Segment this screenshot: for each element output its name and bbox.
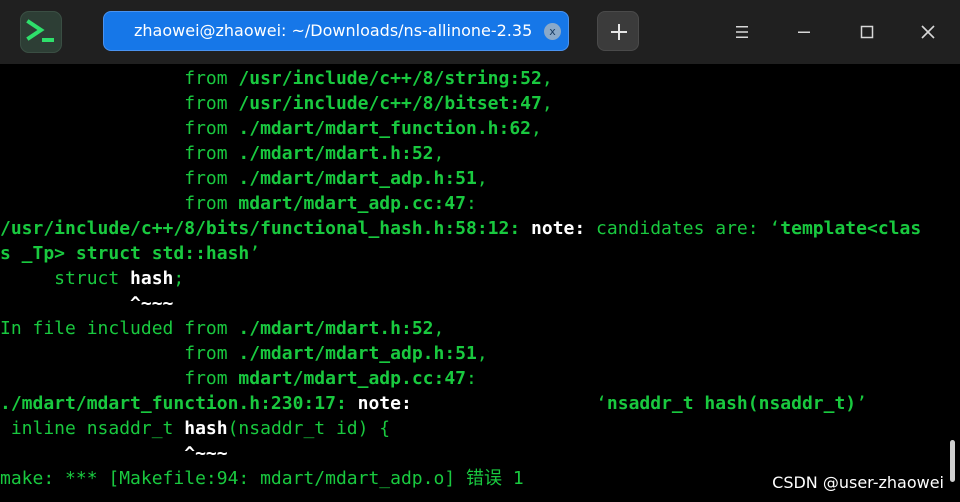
terminal-text: ./mdart/mdart_function.h:230:17: (0, 393, 358, 414)
terminal-line: ./mdart/mdart_function.h:230:17: note: ‘… (0, 391, 867, 416)
terminal-line: ^~~~ (0, 291, 173, 316)
terminal-line: from ./mdart/mdart_adp.h:51, (0, 341, 488, 366)
close-button[interactable] (916, 20, 940, 44)
title-bar: zhaowei@zhaowei: ~/Downloads/ns-allinone… (0, 0, 960, 64)
new-tab-button[interactable] (597, 11, 639, 51)
close-icon (921, 25, 935, 39)
terminal-line: from /usr/include/c++/8/bitset:47, (0, 91, 553, 116)
terminal-text: make: *** [Makefile:94: mdart/mdart_adp.… (0, 468, 524, 489)
terminal-line: from /usr/include/c++/8/string:52, (0, 66, 553, 91)
tab-terminal-session[interactable]: zhaowei@zhaowei: ~/Downloads/ns-allinone… (103, 11, 569, 51)
terminal-text: , (433, 318, 445, 339)
terminal-text: (nsaddr_t id) { (227, 418, 391, 439)
terminal-text: In file included from (0, 318, 239, 339)
terminal-line: s _Tp> struct std::hash’ (0, 241, 260, 266)
terminal-text: candidates are: ‘ (585, 218, 781, 239)
terminal-line: from ./mdart/mdart_adp.h:51, (0, 166, 488, 191)
terminal-text: nsaddr_t hash(nsaddr_t) (606, 393, 857, 414)
terminal-text: inline nsaddr_t (0, 418, 185, 439)
terminal-line: struct hash; (0, 266, 184, 291)
terminal-line: from ./mdart/mdart.h:52, (0, 141, 444, 166)
minimize-button[interactable] (792, 20, 816, 44)
terminal-text: , (433, 143, 445, 164)
terminal-text: from (0, 193, 239, 214)
terminal-text: struct (0, 268, 131, 289)
terminal-app-icon[interactable] (20, 11, 62, 53)
terminal-line: inline nsaddr_t hash(nsaddr_t id) { (0, 416, 390, 441)
tab-title: zhaowei@zhaowei: ~/Downloads/ns-allinone… (134, 21, 533, 40)
terminal-text: mdart/mdart_adp.cc:47 (238, 368, 466, 389)
terminal-text: ^~~~ (0, 293, 174, 314)
terminal-text: from (0, 93, 239, 114)
watermark: CSDN @user-zhaowei (772, 473, 944, 492)
terminal-text: , (476, 343, 488, 364)
terminal-text: from (0, 343, 239, 364)
terminal-text: , (541, 93, 553, 114)
terminal-output[interactable]: from /usr/include/c++/8/string:52, from … (0, 64, 960, 502)
plus-icon (611, 24, 627, 40)
terminal-text: ./mdart/mdart_adp.h:51 (238, 168, 477, 189)
maximize-button[interactable] (855, 20, 879, 44)
terminal-text: hash (130, 268, 174, 289)
terminal-line: In file included from ./mdart/mdart.h:52… (0, 316, 444, 341)
terminal-text: from (0, 118, 239, 139)
terminal-text: note: (357, 393, 412, 414)
terminal-text: ./mdart/mdart.h:52 (238, 143, 434, 164)
menu-button[interactable] (730, 20, 754, 44)
maximize-icon (860, 25, 874, 39)
terminal-line: /usr/include/c++/8/bits/functional_hash.… (0, 216, 921, 241)
terminal-line: make: *** [Makefile:94: mdart/mdart_adp.… (0, 466, 524, 491)
terminal-text: ‘ (411, 393, 607, 414)
terminal-text: template<clas (780, 218, 922, 239)
terminal-text: from (0, 168, 239, 189)
terminal-text: ; (173, 268, 185, 289)
terminal-text: from (0, 143, 239, 164)
terminal-text: hash (184, 418, 228, 439)
terminal-line: from mdart/mdart_adp.cc:47: (0, 366, 477, 391)
terminal-text: mdart/mdart_adp.cc:47 (238, 193, 466, 214)
terminal-line: ^~~~ (0, 441, 228, 466)
terminal-text: ./mdart/mdart.h:52 (238, 318, 434, 339)
terminal-text: : (466, 368, 477, 389)
terminal-text: ./mdart/mdart_adp.h:51 (238, 343, 477, 364)
terminal-line: from mdart/mdart_adp.cc:47: (0, 191, 477, 216)
hamburger-menu-icon (736, 26, 748, 38)
terminal-text: /usr/include/c++/8/bits/functional_hash.… (0, 218, 532, 239)
terminal-text: , (541, 68, 553, 89)
terminal-text: from (0, 68, 239, 89)
minimize-icon (798, 31, 810, 33)
terminal-text: note: (531, 218, 586, 239)
terminal-text: /usr/include/c++/8/string:52 (238, 68, 542, 89)
tab-close-icon[interactable]: x (544, 23, 561, 40)
terminal-text: ^~~~ (0, 443, 228, 464)
terminal-text: , (531, 118, 542, 139)
terminal-text: from (0, 368, 239, 389)
terminal-scrollbar[interactable] (950, 440, 955, 482)
terminal-text: ./mdart/mdart_function.h:62 (238, 118, 532, 139)
terminal-text: ’ (249, 243, 261, 264)
terminal-text: s _Tp> struct std::hash (0, 243, 250, 264)
terminal-text: /usr/include/c++/8/bitset:47 (238, 93, 542, 114)
terminal-text: , (476, 168, 488, 189)
terminal-line: from ./mdart/mdart_function.h:62, (0, 116, 542, 141)
terminal-text: ’ (856, 393, 867, 414)
terminal-text: : (466, 193, 477, 214)
